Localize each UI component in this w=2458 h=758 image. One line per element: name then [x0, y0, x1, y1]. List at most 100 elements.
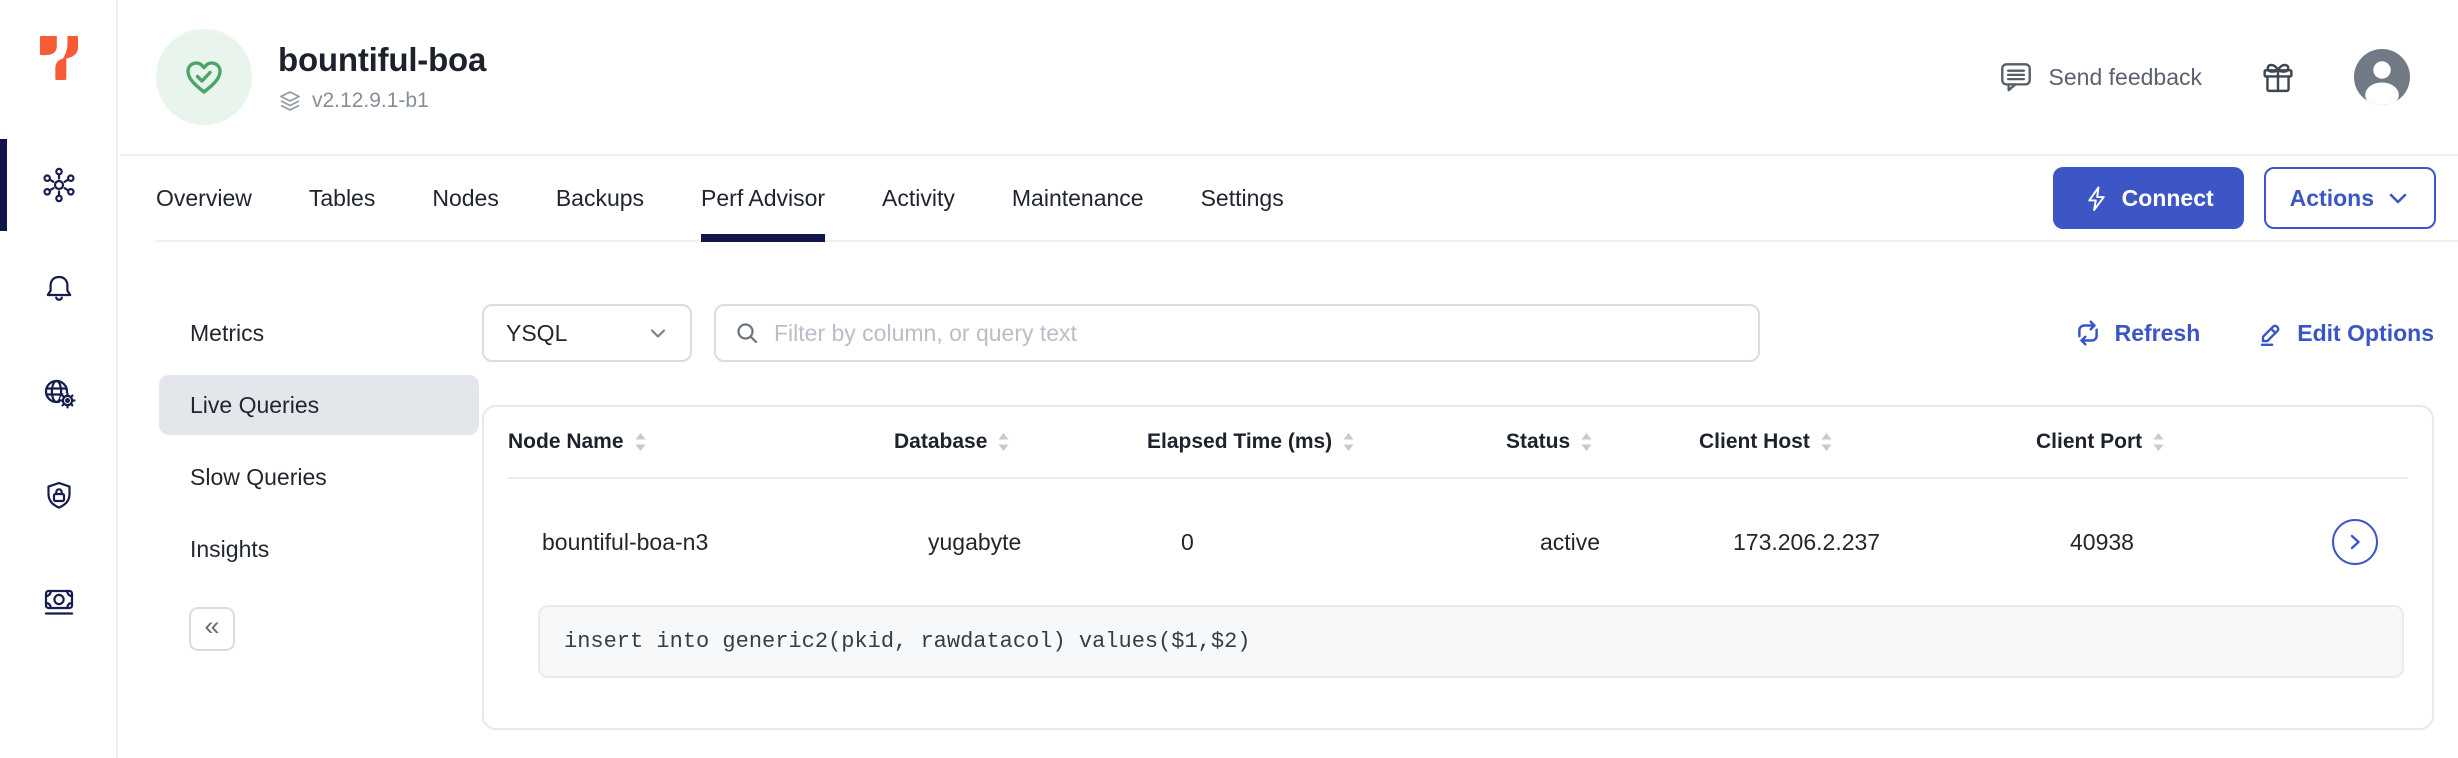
live-queries-panel: YSQL	[482, 242, 2458, 730]
live-queries-table: Node Name Database Elapsed Time (ms) Sta…	[482, 405, 2434, 730]
cluster-header: bountiful-boa v2.12.9.1-b1 Se	[120, 0, 2458, 156]
chevron-down-icon	[646, 321, 670, 345]
tab-perf-advisor[interactable]: Perf Advisor	[701, 156, 825, 240]
rail-item-clusters[interactable]	[0, 133, 118, 237]
cluster-tabs: Overview Tables Nodes Backups Perf Advis…	[156, 156, 1284, 240]
column-header-node-name[interactable]: Node Name	[508, 430, 894, 454]
tab-settings[interactable]: Settings	[1201, 156, 1284, 240]
column-label: Client Port	[2036, 430, 2142, 454]
api-type-value: YSQL	[506, 320, 567, 347]
refresh-icon	[2074, 319, 2102, 347]
connect-label: Connect	[2122, 185, 2214, 212]
expand-cell	[2332, 519, 2432, 565]
sort-icon	[633, 430, 648, 454]
search-icon	[734, 320, 760, 346]
yugabyte-logo-icon	[37, 30, 81, 86]
sort-icon	[1579, 430, 1594, 454]
bolt-icon	[2083, 185, 2110, 212]
cluster-version: v2.12.9.1-b1	[312, 89, 429, 113]
column-label: Status	[1506, 430, 1570, 454]
rail-nav	[0, 133, 118, 653]
shield-lock-icon	[41, 479, 77, 515]
column-label: Client Host	[1699, 430, 1810, 454]
tab-backups[interactable]: Backups	[556, 156, 644, 240]
cell-node-name: bountiful-boa-n3	[508, 529, 894, 556]
cell-status: active	[1506, 529, 1699, 556]
column-header-client-port[interactable]: Client Port	[2036, 430, 2284, 454]
column-header-client-host[interactable]: Client Host	[1699, 430, 2036, 454]
tab-overview[interactable]: Overview	[156, 156, 252, 240]
cluster-hub-icon	[41, 167, 77, 203]
perf-sidebar: Metrics Live Queries Slow Queries Insigh…	[120, 242, 482, 730]
rail-item-alerts[interactable]	[0, 237, 118, 341]
edit-options-button[interactable]: Edit Options	[2256, 319, 2434, 347]
column-header-elapsed-time[interactable]: Elapsed Time (ms)	[1147, 430, 1506, 454]
title-block: bountiful-boa v2.12.9.1-b1	[278, 41, 486, 113]
sidebar-item-metrics[interactable]: Metrics	[159, 303, 479, 363]
feedback-bubble-icon	[1997, 58, 2035, 96]
tab-actions: Connect Actions	[2053, 167, 2436, 229]
column-header-database[interactable]: Database	[894, 430, 1147, 454]
gift-icon	[2258, 57, 2298, 97]
sidebar-item-insights[interactable]: Insights	[159, 519, 479, 579]
rail-item-billing[interactable]	[0, 549, 118, 653]
filter-input[interactable]	[774, 320, 1740, 347]
yugabyte-logo[interactable]	[0, 30, 118, 86]
tab-maintenance[interactable]: Maintenance	[1012, 156, 1144, 240]
send-feedback-button[interactable]: Send feedback	[1997, 58, 2202, 96]
tab-nodes[interactable]: Nodes	[432, 156, 498, 240]
row-expand-button[interactable]	[2332, 519, 2378, 565]
sort-icon	[996, 430, 1011, 454]
tab-tables[interactable]: Tables	[309, 156, 375, 240]
tab-activity[interactable]: Activity	[882, 156, 955, 240]
query-text-box: insert into generic2(pkid, rawdatacol) v…	[538, 605, 2404, 678]
cell-database: yugabyte	[894, 529, 1147, 556]
chevron-down-icon	[2386, 186, 2410, 210]
sidebar-collapse-button[interactable]: «	[189, 607, 235, 651]
app-rail	[0, 0, 118, 758]
actions-button[interactable]: Actions	[2264, 167, 2436, 229]
column-header-status[interactable]: Status	[1506, 430, 1699, 454]
cell-client-host: 173.206.2.237	[1699, 529, 2036, 556]
tabs-row: Overview Tables Nodes Backups Perf Advis…	[156, 156, 2458, 242]
query-text: insert into generic2(pkid, rawdatacol) v…	[564, 629, 1251, 654]
globe-gear-icon	[41, 375, 77, 411]
heart-check-icon	[180, 53, 228, 101]
rail-item-security[interactable]	[0, 445, 118, 549]
actions-label: Actions	[2290, 185, 2374, 212]
sidebar-item-live-queries[interactable]: Live Queries	[159, 375, 479, 435]
sort-icon	[2151, 430, 2166, 454]
table-row[interactable]: bountiful-boa-n3 yugabyte 0 active 173.2…	[508, 479, 2432, 605]
refresh-button[interactable]: Refresh	[2074, 319, 2201, 347]
chevron-right-icon	[2344, 531, 2366, 553]
health-badge	[156, 29, 252, 125]
cluster-name: bountiful-boa	[278, 41, 486, 79]
bell-icon	[41, 271, 77, 307]
column-label: Elapsed Time (ms)	[1147, 430, 1332, 454]
column-label: Database	[894, 430, 987, 454]
person-icon	[2354, 49, 2410, 105]
column-label: Node Name	[508, 430, 624, 454]
version-row: v2.12.9.1-b1	[278, 89, 486, 113]
sort-icon	[1341, 430, 1356, 454]
edit-options-label: Edit Options	[2297, 320, 2434, 347]
edit-pencil-icon	[2256, 319, 2284, 347]
table-header-row: Node Name Database Elapsed Time (ms) Sta…	[508, 407, 2432, 477]
main-column: bountiful-boa v2.12.9.1-b1 Se	[120, 0, 2458, 730]
gift-button[interactable]	[2258, 57, 2298, 97]
layers-icon	[278, 89, 302, 113]
connect-button[interactable]: Connect	[2053, 167, 2244, 229]
content-row: Metrics Live Queries Slow Queries Insigh…	[120, 242, 2458, 730]
refresh-label: Refresh	[2115, 320, 2201, 347]
rail-item-network[interactable]	[0, 341, 118, 445]
cell-elapsed-time: 0	[1147, 529, 1506, 556]
sidebar-item-slow-queries[interactable]: Slow Queries	[159, 447, 479, 507]
controls-row: YSQL	[482, 304, 2434, 362]
sort-icon	[1819, 430, 1834, 454]
banknote-icon	[41, 583, 77, 619]
filter-input-wrapper	[714, 304, 1760, 362]
cell-client-port: 40938	[2036, 529, 2284, 556]
user-avatar[interactable]	[2354, 49, 2410, 105]
api-type-select[interactable]: YSQL	[482, 304, 692, 362]
send-feedback-label: Send feedback	[2049, 64, 2202, 91]
